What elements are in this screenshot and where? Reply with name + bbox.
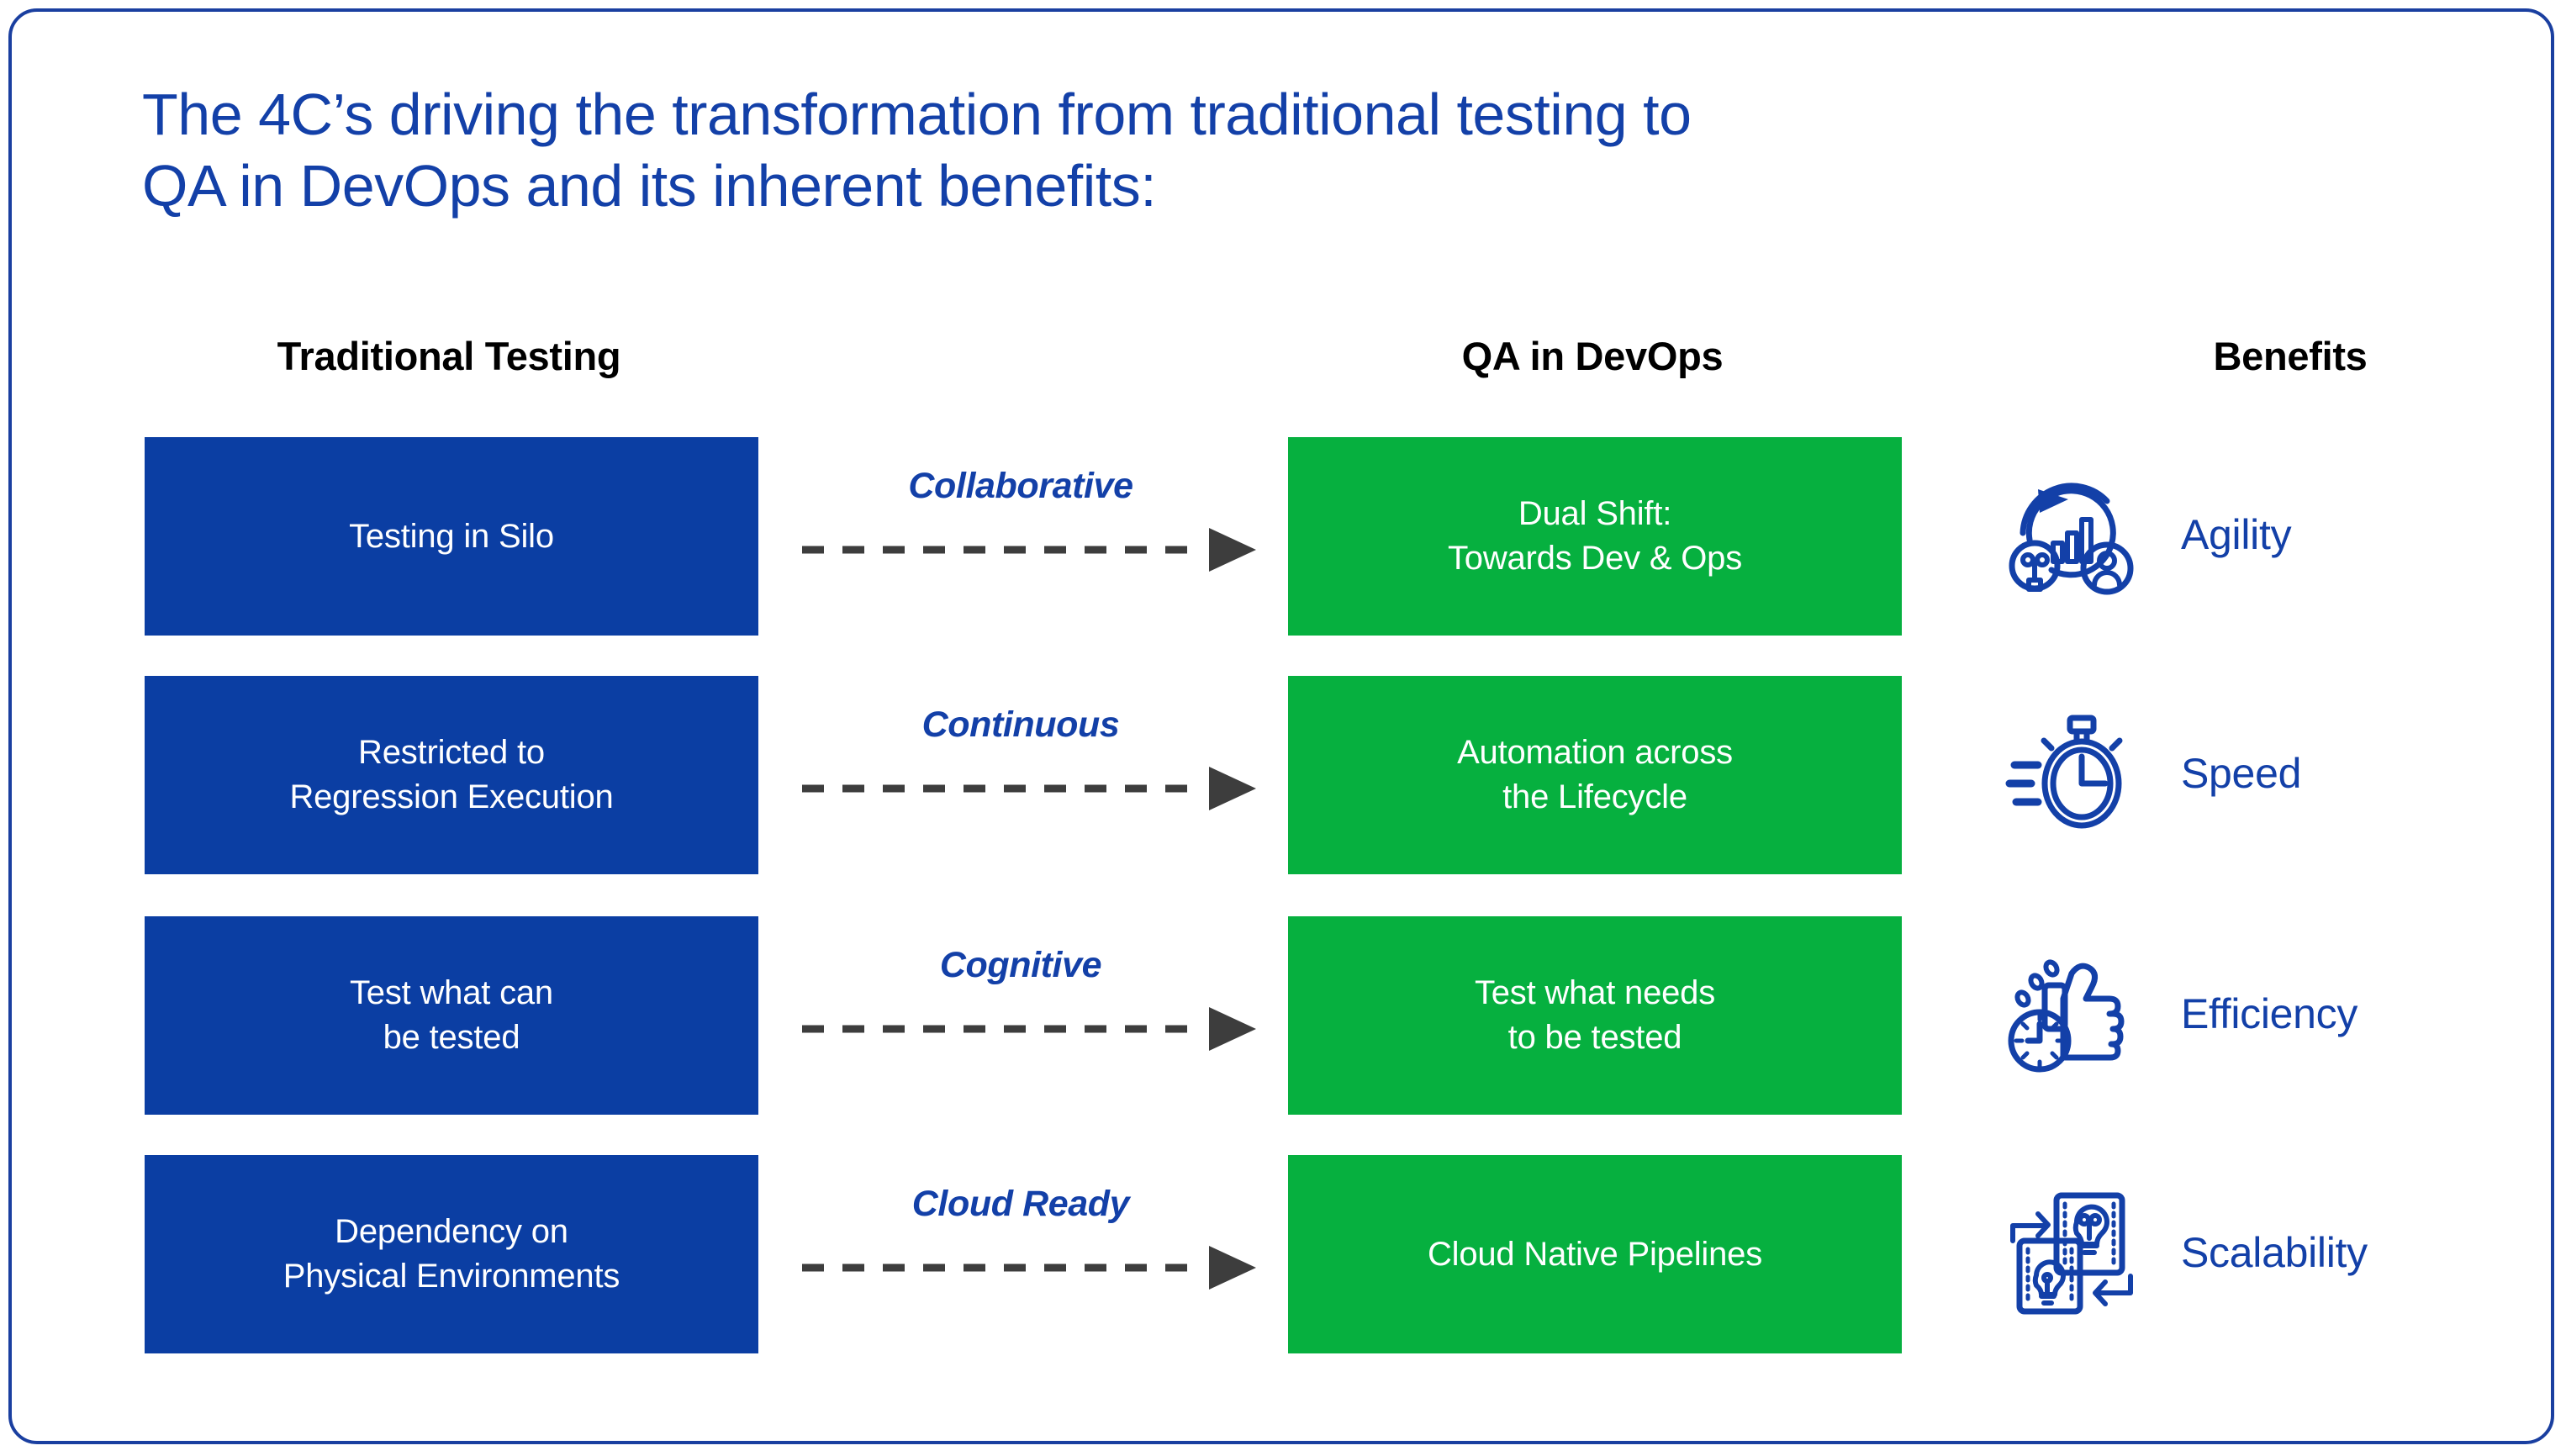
benefit-item: Agility: [2004, 442, 2526, 627]
comparison-row: Dependency on Physical Environments Clou…: [12, 1155, 2551, 1353]
qa-devops-text: Cloud Native Pipelines: [1427, 1235, 1763, 1273]
transformation-connector: Continuous: [794, 676, 1265, 874]
traditional-testing-box: Test what can be tested: [145, 916, 758, 1115]
traditional-testing-text: Testing in Silo: [349, 517, 554, 555]
qa-devops-box: Automation across the Lifecycle: [1288, 676, 1902, 874]
infographic-frame: The 4C’s driving the transformation from…: [8, 8, 2554, 1444]
column-header-benefits: Benefits: [2213, 334, 2368, 378]
benefit-item: Scalability: [2004, 1160, 2526, 1345]
agility-cycle-chart-icon: [2004, 467, 2139, 602]
page-title: The 4C’s driving the transformation from…: [142, 79, 2328, 223]
dashed-arrow-icon: [802, 1007, 1256, 1051]
benefit-item: Speed: [2004, 681, 2526, 866]
transformation-connector: Cloud Ready: [794, 1155, 1265, 1353]
transformation-connector: Cognitive: [794, 916, 1265, 1115]
traditional-testing-box: Testing in Silo: [145, 437, 758, 636]
benefit-label: Efficiency: [2181, 990, 2358, 1037]
benefit-label: Speed: [2181, 750, 2302, 797]
transformation-connector: Collaborative: [794, 437, 1265, 636]
traditional-testing-text: Restricted to Regression Execution: [289, 734, 614, 815]
qa-devops-text: Test what needs to be tested: [1474, 974, 1716, 1056]
stopwatch-icon: [2004, 706, 2139, 841]
connector-label: Cognitive: [939, 945, 1102, 985]
qa-devops-text: Dual Shift: Towards Dev & Ops: [1447, 495, 1743, 577]
scalable-cards-bulb-icon: [2004, 1185, 2139, 1320]
comparison-row: Test what can be tested Cognitive Test w…: [12, 916, 2551, 1115]
qa-devops-box: Test what needs to be tested: [1288, 916, 1902, 1115]
traditional-testing-box: Restricted to Regression Execution: [145, 676, 758, 874]
dashed-arrow-icon: [802, 1246, 1256, 1290]
traditional-testing-box: Dependency on Physical Environments: [145, 1155, 758, 1353]
dashed-arrow-icon: [802, 528, 1256, 572]
qa-devops-box: Dual Shift: Towards Dev & Ops: [1288, 437, 1902, 636]
connector-label: Continuous: [921, 704, 1120, 745]
benefit-item: Efficiency: [2004, 921, 2526, 1106]
qa-devops-box: Cloud Native Pipelines: [1288, 1155, 1902, 1353]
page-title-line-2: QA in DevOps and its inherent benefits:: [142, 153, 1157, 219]
dashed-arrow-icon: [802, 767, 1256, 810]
benefit-label: Agility: [2181, 511, 2292, 558]
benefit-label: Scalability: [2181, 1229, 2368, 1276]
thumbs-up-clock-icon: [2004, 947, 2139, 1081]
comparison-row: Restricted to Regression Execution Conti…: [12, 676, 2551, 874]
page-title-line-1: The 4C’s driving the transformation from…: [142, 82, 1692, 147]
traditional-testing-text: Dependency on Physical Environments: [282, 1213, 620, 1295]
comparison-row: Testing in Silo Collaborative Dual Shift…: [12, 437, 2551, 636]
traditional-testing-text: Test what can be tested: [350, 974, 553, 1056]
column-header-qa-in-devops: QA in DevOps: [1461, 334, 1724, 378]
connector-label: Collaborative: [908, 466, 1133, 506]
qa-devops-text: Automation across the Lifecycle: [1457, 734, 1733, 815]
column-header-traditional-testing: Traditional Testing: [277, 334, 621, 378]
connector-label: Cloud Ready: [911, 1184, 1130, 1224]
